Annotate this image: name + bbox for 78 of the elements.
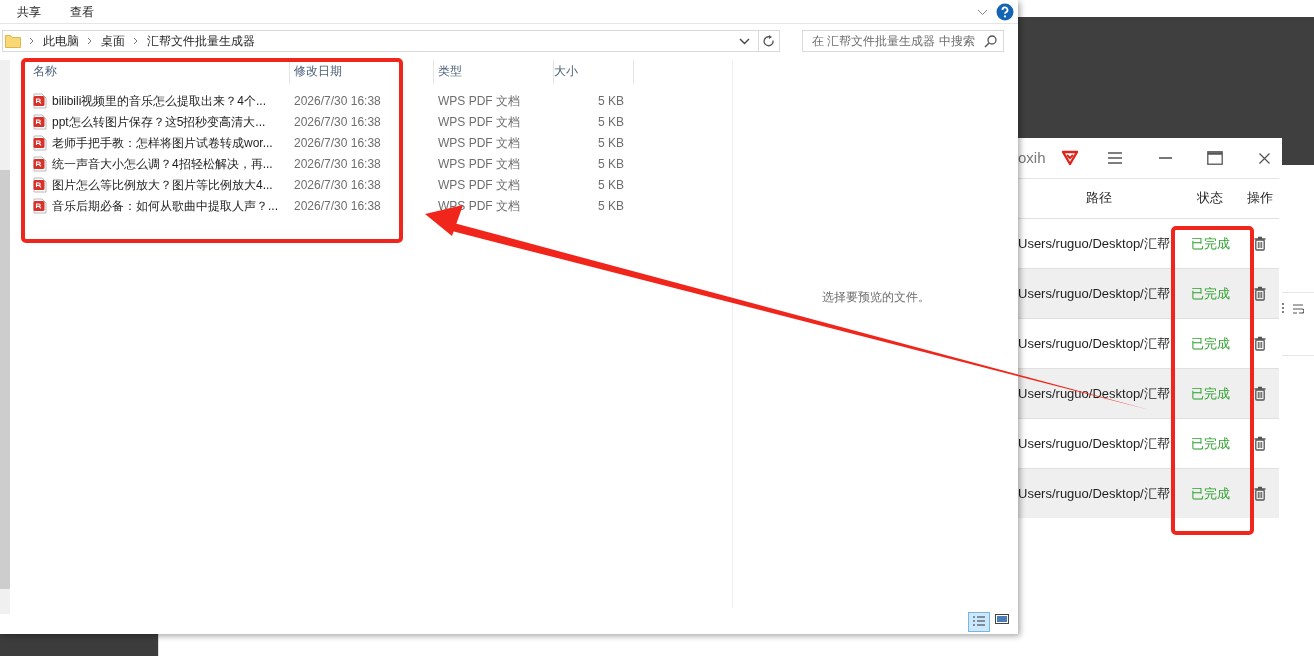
path-cell-text: Users/ruguo/Desktop/汇帮 xyxy=(1018,484,1171,503)
chevron-right-icon xyxy=(133,37,139,45)
preview-message: 选择要预览的文件。 xyxy=(821,289,930,306)
type-cell-text: WPS PDF 文档 xyxy=(437,155,521,173)
chevron-down-icon[interactable] xyxy=(739,37,750,45)
date-cell-text: 2026/7/30 16:38 xyxy=(293,176,382,194)
column-header[interactable]: 类型 xyxy=(434,60,554,84)
refresh-icon[interactable] xyxy=(763,34,775,48)
date-cell-text: 2026/7/30 16:38 xyxy=(293,197,382,215)
status-text: 已完成 xyxy=(1189,384,1231,403)
column-header: 路径 xyxy=(1085,190,1113,208)
pdf-file-icon xyxy=(33,134,47,151)
file-name[interactable]: 统一声音大小怎么调？4招轻松解决，再... xyxy=(52,154,273,173)
trash-icon[interactable] xyxy=(1253,436,1266,451)
status-text: 已完成 xyxy=(1189,434,1231,453)
type-cell-text: WPS PDF 文档 xyxy=(437,113,521,131)
column-header[interactable]: 修改日期 xyxy=(290,60,434,84)
size-cell-text: 5 KB xyxy=(597,134,624,152)
path-cell-text: Users/ruguo/Desktop/汇帮 xyxy=(1018,284,1171,303)
size-cell-text: 5 KB xyxy=(597,155,624,173)
thumbnail-view-icon[interactable] xyxy=(994,612,1010,626)
menu-icon[interactable] xyxy=(1107,152,1122,164)
size-cell-text: 5 KB xyxy=(597,176,624,194)
wrap-icon[interactable] xyxy=(1292,303,1304,315)
path-cell-text: Users/ruguo/Desktop/汇帮 xyxy=(1018,334,1171,353)
file-name[interactable]: bilibili视频里的音乐怎么提取出来？4个... xyxy=(52,91,267,110)
date-cell-text: 2026/7/30 16:38 xyxy=(293,134,382,152)
breadcrumb-item[interactable]: 桌面 xyxy=(101,32,125,50)
logo-icon xyxy=(1060,150,1079,166)
app-title: oxih xyxy=(1018,147,1046,168)
pdf-file-icon xyxy=(33,155,47,172)
type-cell-text: WPS PDF 文档 xyxy=(437,176,521,194)
date-cell-text: 2026/7/30 16:38 xyxy=(293,113,382,131)
trash-icon[interactable] xyxy=(1253,336,1266,351)
search-field[interactable]: 在 汇帮文件批量生成器 中搜索 xyxy=(802,30,1004,52)
maximize-icon[interactable] xyxy=(1206,151,1223,165)
status-text: 已完成 xyxy=(1189,234,1231,253)
breadcrumb-item[interactable]: 此电脑 xyxy=(43,32,79,50)
status-text: 已完成 xyxy=(1189,334,1231,353)
column-header: 操作 xyxy=(1245,190,1274,208)
trash-icon[interactable] xyxy=(1253,286,1266,301)
trash-icon[interactable] xyxy=(1253,486,1266,501)
status-text: 已完成 xyxy=(1189,284,1231,303)
address-bar[interactable]: 此电脑 桌面 汇帮文件批量生成器 xyxy=(2,30,780,52)
size-cell-text: 5 KB xyxy=(597,113,624,131)
breadcrumb-item[interactable]: 汇帮文件批量生成器 xyxy=(147,32,255,50)
size-cell-text: 5 KB xyxy=(597,197,624,215)
status-text: 已完成 xyxy=(1189,484,1231,503)
folder-icon xyxy=(5,34,21,48)
chevron-right-icon xyxy=(29,37,35,45)
chevron-right-icon xyxy=(87,37,93,45)
type-cell-text: WPS PDF 文档 xyxy=(437,92,521,110)
file-name[interactable]: ppt怎么转图片保存？这5招秒变高清大... xyxy=(52,112,266,131)
search-icon[interactable] xyxy=(984,34,997,48)
path-cell-text: Users/ruguo/Desktop/汇帮 xyxy=(1018,434,1171,453)
help-icon[interactable] xyxy=(996,3,1014,21)
file-name[interactable]: 老师手把手教：怎样将图片试卷转成wor... xyxy=(52,133,273,152)
close-icon[interactable] xyxy=(1258,152,1270,164)
ribbon-tab[interactable]: 共享 xyxy=(17,2,41,21)
pdf-file-icon xyxy=(33,176,47,193)
column-header[interactable]: 大小 xyxy=(554,60,634,84)
file-name[interactable]: 音乐后期必备：如何从歌曲中提取人声？... xyxy=(52,196,278,215)
trash-icon[interactable] xyxy=(1253,386,1266,401)
column-header: 状态 xyxy=(1196,190,1224,208)
type-cell-text: WPS PDF 文档 xyxy=(437,134,521,152)
date-cell-text: 2026/7/30 16:38 xyxy=(293,155,382,173)
date-cell-text: 2026/7/30 16:38 xyxy=(293,92,382,110)
ribbon-tab[interactable]: 查看 xyxy=(70,2,94,21)
size-cell-text: 5 KB xyxy=(597,92,624,110)
path-cell-text: Users/ruguo/Desktop/汇帮 xyxy=(1018,234,1171,253)
pdf-file-icon xyxy=(33,92,47,109)
column-header[interactable]: 名称 xyxy=(33,60,290,84)
minimize-icon[interactable] xyxy=(1158,157,1172,159)
trash-icon[interactable] xyxy=(1253,236,1266,251)
file-name[interactable]: 图片怎么等比例放大？图片等比例放大4... xyxy=(52,175,273,194)
pdf-file-icon xyxy=(33,197,47,214)
pdf-file-icon xyxy=(33,113,47,130)
scrollbar-thumb[interactable] xyxy=(0,170,10,589)
